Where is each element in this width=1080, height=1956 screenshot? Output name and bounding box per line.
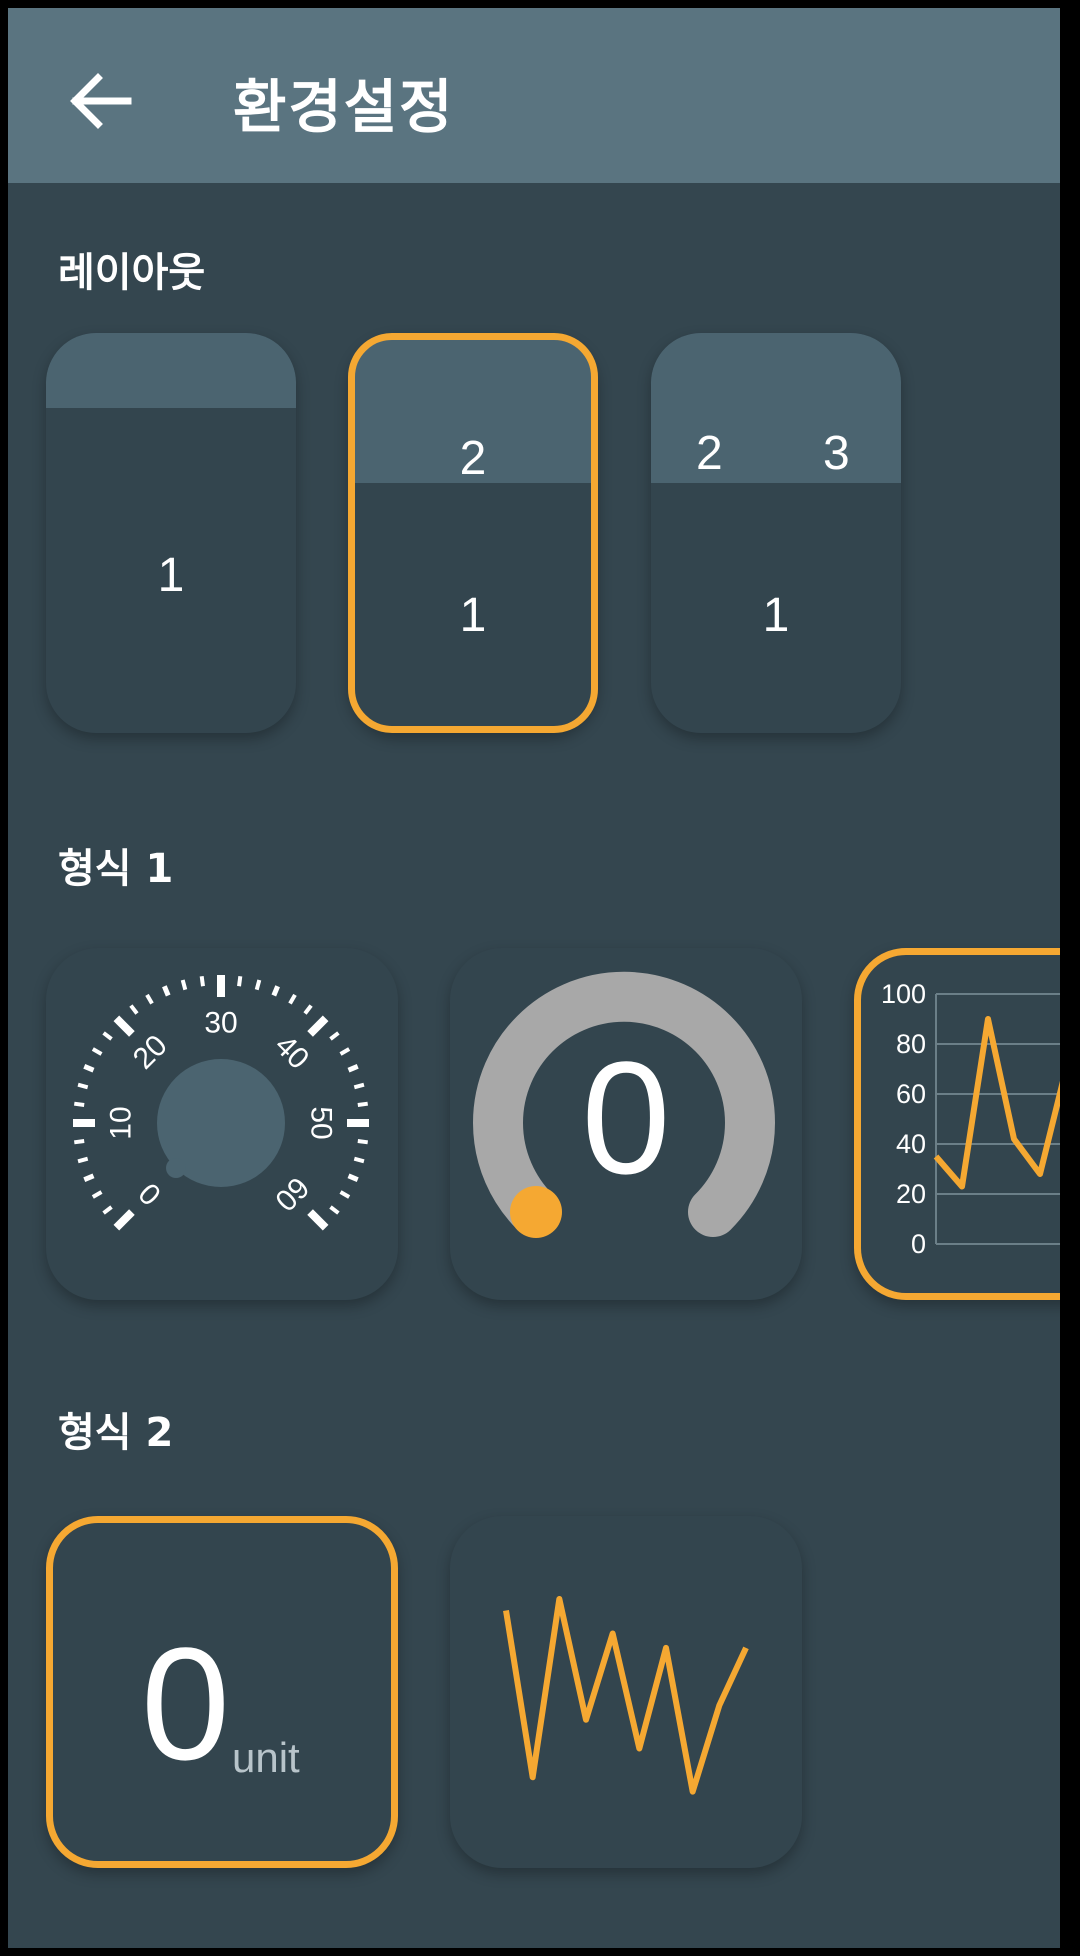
dial-tick xyxy=(329,1205,340,1215)
dial-tick-label: 30 xyxy=(204,1007,237,1040)
dial-tick xyxy=(199,976,205,987)
dial-tick xyxy=(162,985,171,997)
settings-screen: 환경설정 레이아웃 1 2 1 2 3 1 형식 1 0 10 20 30 40 50 60 xyxy=(8,8,1060,1948)
layout-option-3[interactable]: 2 3 1 xyxy=(651,333,901,733)
dial-icon: 0 10 20 30 40 50 60 xyxy=(73,975,369,1231)
gauge-value: 0 xyxy=(581,1028,671,1207)
widget-dial[interactable]: 0 10 20 30 40 50 60 xyxy=(46,948,398,1300)
dial-tick xyxy=(180,979,188,991)
dial-tick xyxy=(303,1004,313,1015)
dial-tick xyxy=(353,1082,365,1090)
dial-knob-pointer xyxy=(166,1158,186,1178)
dial-tick xyxy=(113,1209,135,1231)
section-title-format-2: 형식 2 xyxy=(58,1410,174,1456)
layout-selected-outline xyxy=(348,333,598,733)
dial-tick xyxy=(357,1139,368,1145)
arrow-left-icon[interactable] xyxy=(66,66,136,136)
dial-tick xyxy=(307,1209,329,1231)
dial-tick xyxy=(145,993,154,1005)
dial-tick xyxy=(254,979,262,991)
dial-tick xyxy=(91,1190,103,1199)
dial-tick xyxy=(91,1047,103,1056)
dial-tick xyxy=(129,1004,139,1015)
numeric-selected-outline xyxy=(46,1516,398,1868)
dial-tick xyxy=(237,976,243,987)
dial-tick xyxy=(83,1064,95,1073)
dial-tick xyxy=(339,1190,351,1199)
app-bar: 환경설정 xyxy=(8,8,1060,183)
layout-option-1[interactable]: 1 xyxy=(46,333,296,733)
dial-tick xyxy=(77,1082,89,1090)
widget-sparkline[interactable] xyxy=(450,1516,802,1868)
dial-tick xyxy=(74,1139,85,1145)
dial-tick-label: 50 xyxy=(305,1106,338,1139)
layout-main-label: 1 xyxy=(762,589,790,642)
page-title: 환경설정 xyxy=(233,73,455,141)
layout-main-label: 1 xyxy=(157,549,185,602)
sparkline xyxy=(503,1596,749,1795)
dial-tick xyxy=(271,985,280,997)
layout-header-band xyxy=(651,333,901,483)
section-title-format-1: 형식 1 xyxy=(58,846,174,892)
dial-tick xyxy=(102,1205,113,1215)
chart-selected-outline xyxy=(854,948,1060,1300)
widget-gauge[interactable]: 0 xyxy=(450,948,802,1300)
section-title-layout: 레이아웃 xyxy=(58,250,206,296)
dial-tick xyxy=(83,1173,95,1182)
dial-tick-label: 10 xyxy=(105,1106,138,1139)
dial-tick xyxy=(347,1173,359,1182)
dial-tick xyxy=(102,1031,113,1041)
dial-tick xyxy=(353,1156,365,1164)
dial-tick xyxy=(357,1101,368,1107)
dial-tick xyxy=(288,993,297,1005)
layout-header-band xyxy=(46,333,296,408)
dial-tick xyxy=(339,1047,351,1056)
dial-tick xyxy=(74,1101,85,1107)
dial-tick xyxy=(307,1015,329,1037)
dial-tick-label: 40 xyxy=(268,1029,315,1076)
layout-top-left-label: 2 xyxy=(696,427,723,480)
dial-tick xyxy=(77,1156,89,1164)
dial-tick xyxy=(347,1064,359,1073)
dial-tick-label: 60 xyxy=(268,1170,315,1217)
dial-tick-label: 20 xyxy=(127,1029,174,1076)
dial-tick-label: 0 xyxy=(133,1176,168,1211)
dial-tick xyxy=(113,1015,135,1037)
layout-top-right-label: 3 xyxy=(823,427,850,480)
dial-tick xyxy=(329,1031,340,1041)
